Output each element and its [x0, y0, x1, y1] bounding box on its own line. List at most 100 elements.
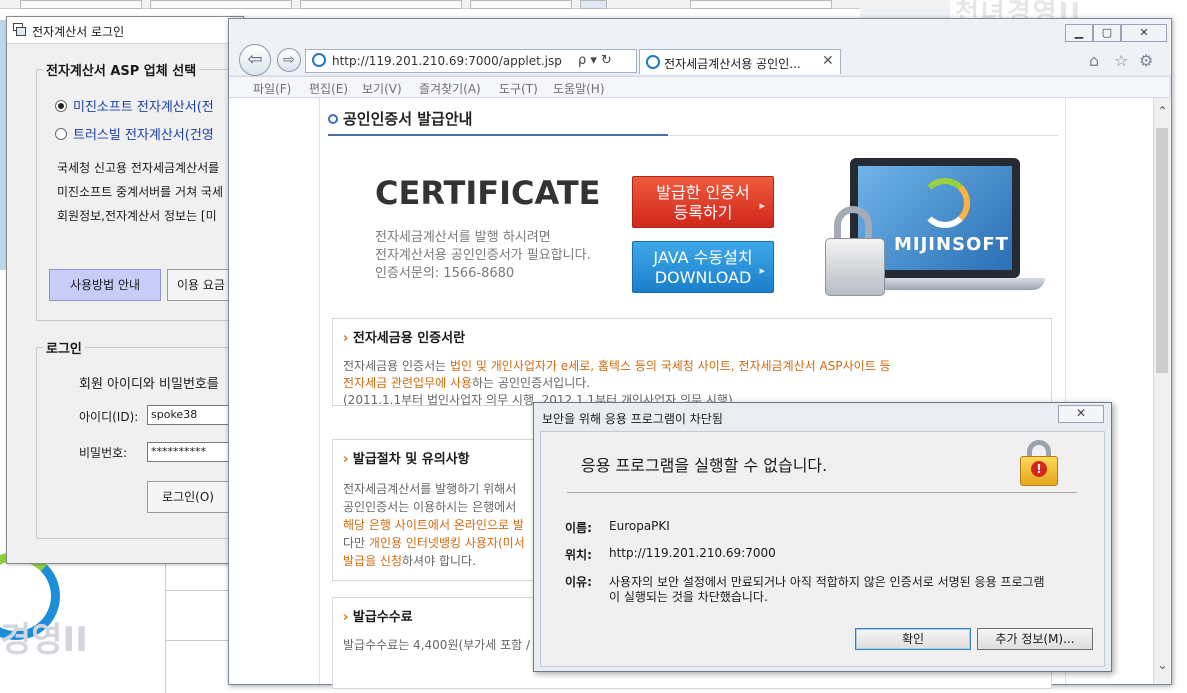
- title-underline: [328, 134, 668, 136]
- section-title-text: 전자세금용 인증서란: [352, 331, 466, 346]
- password-label: 비밀번호:: [79, 446, 128, 460]
- scroll-down-icon[interactable]: ⌄: [1154, 658, 1171, 672]
- section-text: 발급수수료는 4,400원(부가세 포함 /: [343, 638, 531, 652]
- name-value: EuropaPKI: [609, 519, 670, 533]
- certificate-desc: 전자계산서용 공인인증서가 필요합니다.: [375, 248, 591, 263]
- menu-edit[interactable]: 편집(E): [309, 80, 348, 97]
- text-normal: 전자세금용 인증서는: [343, 359, 450, 373]
- dialog-headline: 응용 프로그램을 실행할 수 없습니다.: [581, 456, 828, 475]
- info-line: 미진소프트 중계서버를 거쳐 국세: [57, 185, 224, 199]
- text-normal: 하는 공인인증서입니다.: [472, 376, 591, 390]
- minimize-button[interactable]: ▁: [1065, 24, 1093, 42]
- certificate-banner: CERTIFICATE 전자세금계산서를 발행 하시려면 전자계산서용 공인인증…: [320, 146, 1065, 308]
- asp-option-label: 트러스빌 전자계산서(건영: [73, 128, 214, 143]
- certificate-desc: 전자세금계산서를 발행 하시려면: [375, 230, 551, 245]
- password-input[interactable]: **********: [147, 442, 238, 462]
- close-button[interactable]: ✕: [1121, 24, 1167, 42]
- java-download-button[interactable]: JAVA 수동설치 DOWNLOAD ▸: [632, 241, 774, 293]
- section-text: 전자세금용 인증서는 법인 및 개인사업자가 e세로, 홈텍스 등의 국세청 사…: [343, 357, 891, 374]
- id-label: 아이디(ID):: [79, 410, 139, 424]
- favorites-star-icon[interactable]: ☆: [1114, 51, 1128, 70]
- text-highlight: 개인용 인터넷뱅킹 사용자(미서: [368, 536, 525, 550]
- background-divider: [165, 640, 235, 641]
- ie-tab-icon: [646, 55, 660, 69]
- section-text: 발급을 신청하셔야 합니다.: [343, 552, 476, 569]
- dialog-close-button[interactable]: ✕: [1058, 405, 1104, 423]
- arrow-bullet-icon: ›: [343, 331, 353, 346]
- radio-icon[interactable]: [55, 128, 67, 140]
- title-underline-light: [668, 135, 1058, 136]
- login-prompt: 회원 아이디와 비밀번호를: [79, 377, 219, 392]
- mijinsoft-logo-icon: [920, 178, 970, 228]
- text-normal: 하셔야 합니다.: [402, 554, 476, 568]
- security-blocked-dialog: 보안을 위해 응용 프로그램이 차단됨 ✕ 응용 프로그램을 실행할 수 없습니…: [533, 402, 1112, 672]
- register-certificate-button[interactable]: 발급한 인증서 등록하기 ▸: [632, 176, 774, 228]
- certificate-title: CERTIFICATE: [375, 174, 601, 212]
- text-normal: 다만: [343, 536, 369, 550]
- forward-button[interactable]: ⇨: [277, 48, 301, 72]
- section-title-text: 발급수수료: [352, 610, 413, 625]
- login-titlebar[interactable]: 전자계산서 로그인: [7, 17, 243, 44]
- browser-tab[interactable]: 전자세금계산서용 공인인... ✕: [639, 49, 841, 74]
- bullet-circle-icon: [328, 114, 338, 124]
- scrollbar-thumb[interactable]: [1156, 128, 1168, 373]
- section-text: 다만 개인용 인터넷뱅킹 사용자(미서: [343, 534, 525, 551]
- background-toolbar: [0, 0, 950, 9]
- page-title-text: 공인인증서 발급안내: [343, 110, 473, 128]
- login-group-title: 로그인: [43, 338, 85, 357]
- settings-gear-icon[interactable]: ⚙: [1139, 51, 1153, 70]
- menu-file[interactable]: 파일(F): [253, 80, 291, 97]
- section-title-text: 발급절차 및 유의사항: [352, 452, 470, 467]
- tab-title: 전자세금계산서용 공인인...: [664, 57, 801, 71]
- browser-toolbar: ⇦ ⇨ http://119.201.210.69:7000/applet.js…: [229, 19, 1171, 76]
- address-text[interactable]: http://119.201.210.69:7000/applet.jsp: [332, 54, 562, 68]
- app-icon: [13, 23, 26, 36]
- arrow-bullet-icon: ›: [343, 610, 353, 625]
- text-highlight: 발급을 신청: [343, 554, 403, 568]
- fee-button[interactable]: 이용 요금: [167, 269, 235, 301]
- location-value: http://119.201.210.69:7000: [609, 546, 776, 560]
- menu-help[interactable]: 도움말(H): [553, 80, 605, 97]
- home-icon[interactable]: ⌂: [1089, 51, 1099, 70]
- maximize-button[interactable]: ▢: [1093, 24, 1121, 42]
- id-input[interactable]: spoke38: [147, 405, 238, 425]
- text-highlight: 법인 및 개인사업자가 e세로, 홈텍스 등의 국세청 사이트, 전자세금계산서…: [450, 359, 891, 373]
- section-text: 전자세금 관련업무에 사용하는 공인인증서입니다.: [343, 374, 590, 391]
- asp-option-trusbill[interactable]: 트러스빌 전자계산서(건영: [55, 124, 214, 143]
- background-logo-text-bottom: 경영II: [0, 620, 88, 660]
- login-button[interactable]: 로그인(O): [147, 481, 229, 513]
- java-button-label: DOWNLOAD: [654, 268, 752, 287]
- background-divider: [165, 590, 235, 591]
- address-bar[interactable]: http://119.201.210.69:7000/applet.jsp ρ …: [305, 49, 637, 73]
- more-info-button[interactable]: 추가 정보(M)...: [977, 628, 1093, 650]
- section-text: 전자세금계산서를 발행하기 위해서: [343, 482, 517, 496]
- back-button[interactable]: ⇦: [239, 44, 271, 76]
- section-text: 공인인증서는 이용하시는 은행에서: [343, 500, 517, 514]
- java-button-label: JAVA 수동설치: [653, 248, 753, 267]
- radio-selected-icon[interactable]: [55, 100, 67, 112]
- menu-view[interactable]: 보기(V): [362, 80, 402, 97]
- section-text: 해당 은행 사이트에서 온라인으로 발: [343, 518, 524, 532]
- asp-option-mijinsoft[interactable]: 미진소프트 전자계산서(전: [55, 96, 214, 115]
- usage-guide-button[interactable]: 사용방법 안내: [49, 269, 161, 301]
- login-window-title: 전자계산서 로그인: [32, 25, 125, 39]
- menu-tools[interactable]: 도구(T): [499, 80, 538, 97]
- ie-page-icon: [312, 53, 326, 67]
- reason-text: 이 실행되는 것을 차단했습니다.: [609, 590, 768, 604]
- reason-label: 이유:: [565, 575, 592, 589]
- ok-button[interactable]: 확인: [855, 628, 971, 650]
- menu-favorites[interactable]: 즐겨찾기(A): [419, 80, 481, 97]
- tab-close-icon[interactable]: ✕: [822, 53, 834, 69]
- section-cert-info: › 전자세금용 인증서란 전자세금용 인증서는 법인 및 개인사업자가 e세로,…: [332, 318, 1052, 407]
- page-title: 공인인증서 발급안내: [328, 108, 472, 129]
- search-refresh-icons[interactable]: ρ ▾ ↻: [578, 53, 612, 68]
- scroll-up-icon[interactable]: ⌃: [1154, 104, 1171, 118]
- warning-lock-body: !: [1020, 456, 1058, 486]
- menu-bar: 파일(F) 편집(E) 보기(V) 즐겨찾기(A) 도구(T) 도움말(H): [229, 76, 1169, 98]
- section-title: › 전자세금용 인증서란: [343, 327, 465, 346]
- asp-group-title: 전자계산서 ASP 업체 선택: [43, 60, 200, 79]
- login-window: 전자계산서 로그인 전자계산서 ASP 업체 선택 미진소프트 전자계산서(전 …: [6, 16, 244, 564]
- padlock-body: [825, 238, 885, 296]
- error-badge-icon: !: [1031, 461, 1047, 477]
- vertical-scrollbar[interactable]: ⌃ ⌄: [1153, 98, 1171, 684]
